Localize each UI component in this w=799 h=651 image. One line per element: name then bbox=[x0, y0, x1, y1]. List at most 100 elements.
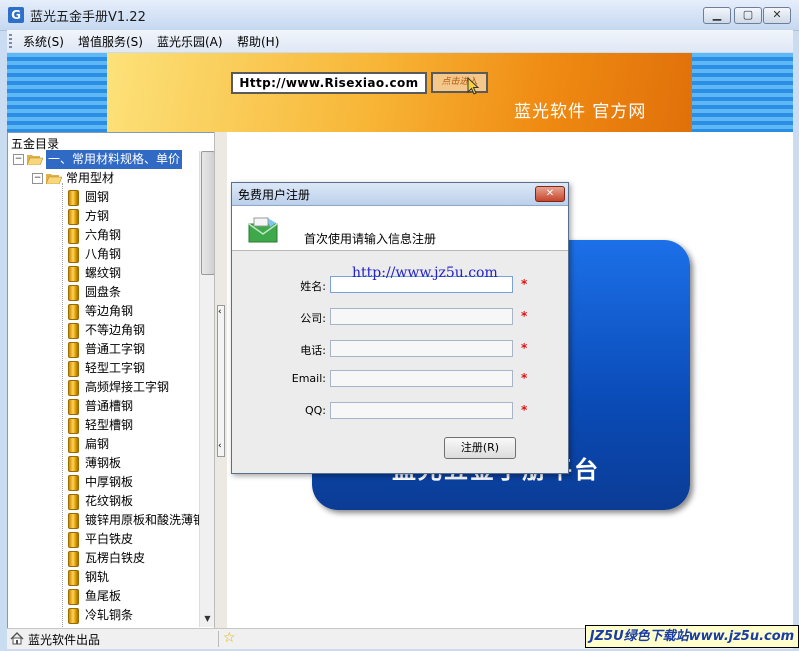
collapse-icon[interactable]: − bbox=[13, 154, 24, 165]
register-icon bbox=[248, 217, 278, 243]
company-input[interactable] bbox=[330, 308, 513, 325]
minimize-button[interactable]: ▁ bbox=[703, 7, 731, 24]
email-label: Email: bbox=[291, 372, 326, 385]
tree-item-label: 八角钢 bbox=[85, 247, 122, 261]
open-folder-icon bbox=[46, 174, 62, 184]
tree-item-label: 圆钢 bbox=[85, 190, 110, 204]
item-icon bbox=[68, 342, 79, 358]
tree-item-label: 扁钢 bbox=[85, 437, 110, 451]
item-icon bbox=[68, 361, 79, 377]
item-icon bbox=[68, 266, 79, 282]
qq-input[interactable] bbox=[330, 402, 513, 419]
tree-group-label: 常用型材 bbox=[66, 171, 115, 185]
tree-top-item[interactable]: − 一、常用材料规格、单价 bbox=[8, 150, 208, 169]
register-button[interactable]: 注册(R) bbox=[444, 437, 516, 459]
chevron-left-icon: ‹ bbox=[218, 307, 222, 317]
qq-label: QQ: bbox=[304, 404, 326, 417]
cursor-icon bbox=[467, 76, 480, 95]
item-icon bbox=[68, 475, 79, 491]
tree-item-label: 方钢 bbox=[85, 209, 110, 223]
close-button[interactable]: ✕ bbox=[763, 7, 791, 24]
item-icon bbox=[68, 418, 79, 434]
tree-item-label: 螺纹钢 bbox=[85, 266, 122, 280]
company-label: 公司: bbox=[300, 312, 326, 325]
item-icon bbox=[68, 304, 79, 320]
tree-item-label: 中厚钢板 bbox=[85, 475, 134, 489]
required-mark: * bbox=[521, 309, 528, 323]
menu-value-added[interactable]: 增值服务(S) bbox=[78, 33, 143, 50]
item-icon bbox=[68, 285, 79, 301]
item-icon bbox=[68, 456, 79, 472]
tree-guide-line bbox=[62, 183, 63, 627]
menu-bar: 系统(S) 增值服务(S) 蓝光乐园(A) 帮助(H) bbox=[7, 30, 793, 52]
dialog-intro: 首次使用请输入信息注册 bbox=[304, 232, 437, 246]
item-icon bbox=[68, 190, 79, 206]
panel-splitter[interactable]: ‹ ‹ bbox=[214, 132, 228, 628]
maximize-button[interactable]: ▢ bbox=[734, 7, 762, 24]
item-icon bbox=[68, 532, 79, 548]
star-icon[interactable]: ☆ bbox=[223, 630, 236, 646]
tree-group-item[interactable]: − 常用型材 bbox=[8, 169, 208, 188]
status-text: 蓝光软件出品 bbox=[28, 633, 101, 647]
item-icon bbox=[68, 570, 79, 586]
item-icon bbox=[68, 608, 79, 624]
menu-system[interactable]: 系统(S) bbox=[23, 33, 64, 50]
tree-item-label: 圆盘条 bbox=[85, 285, 122, 299]
tree-item-label: 钢轨 bbox=[85, 570, 110, 584]
dialog-title: 免费用户注册 bbox=[238, 188, 311, 202]
app-window: G 蓝光五金手册V1.22 ▁ ▢ ✕ 系统(S) 增值服务(S) 蓝光乐园(A… bbox=[0, 0, 799, 651]
status-divider bbox=[218, 631, 219, 647]
required-mark: * bbox=[521, 403, 528, 417]
phone-input[interactable] bbox=[330, 340, 513, 357]
tree-item-label: 瓦楞白铁皮 bbox=[85, 551, 146, 565]
item-icon bbox=[68, 589, 79, 605]
collapse-panel-button[interactable]: ‹ ‹ bbox=[217, 305, 225, 457]
app-icon: G bbox=[8, 7, 24, 23]
scroll-thumb[interactable] bbox=[201, 151, 215, 275]
collapse-icon[interactable]: − bbox=[32, 173, 43, 184]
tree-item-label: 等边角钢 bbox=[85, 304, 134, 318]
item-icon bbox=[68, 380, 79, 396]
menu-grip bbox=[9, 34, 12, 48]
name-label: 姓名: bbox=[300, 280, 326, 293]
required-mark: * bbox=[521, 341, 528, 355]
tree-item-label: 轻型工字钢 bbox=[85, 361, 146, 375]
item-icon bbox=[68, 209, 79, 225]
item-icon bbox=[68, 323, 79, 339]
home-icon bbox=[10, 632, 24, 645]
required-mark: * bbox=[521, 277, 528, 291]
banner-slogan: 蓝光软件 官方网 bbox=[514, 102, 647, 122]
email-input[interactable] bbox=[330, 370, 513, 387]
menu-help[interactable]: 帮助(H) bbox=[237, 33, 279, 50]
tree-item-label: 六角钢 bbox=[85, 228, 122, 242]
tree-item-label: 不等边角钢 bbox=[85, 323, 146, 337]
dialog-close-button[interactable]: ✕ bbox=[535, 186, 565, 202]
phone-label: 电话: bbox=[300, 344, 326, 357]
item-icon bbox=[68, 494, 79, 510]
dialog-title-bar[interactable]: 免费用户注册 ✕ bbox=[232, 183, 568, 206]
menu-paradise[interactable]: 蓝光乐园(A) bbox=[157, 33, 223, 50]
tree-scrollbar[interactable]: ▲ ▼ bbox=[199, 151, 215, 627]
chevron-left-icon: ‹ bbox=[218, 441, 222, 451]
dialog-header: 首次使用请输入信息注册 bbox=[232, 206, 568, 251]
tree-item-label: 镀锌用原板和酸洗薄钢 bbox=[85, 513, 206, 527]
item-icon bbox=[68, 399, 79, 415]
watermark-url: http://www.jz5u.com bbox=[352, 265, 498, 281]
catalog-tree[interactable]: 五金目录 − 一、常用材料规格、单价 − 常用型材 圆钢 方钢 六角钢 八角钢 … bbox=[7, 132, 216, 630]
tree-item-label: 花纹钢板 bbox=[85, 494, 134, 508]
tree-item-label: 高频焊接工字钢 bbox=[85, 380, 170, 394]
banner-url[interactable]: Http://www.Risexiao.com bbox=[231, 72, 427, 94]
title-bar[interactable]: G 蓝光五金手册V1.22 ▁ ▢ ✕ bbox=[0, 0, 799, 31]
tree-item-label: 薄钢板 bbox=[85, 456, 122, 470]
required-mark: * bbox=[521, 371, 528, 385]
tree-item-label: 轻型槽钢 bbox=[85, 418, 134, 432]
tree-item-label: 普通工字钢 bbox=[85, 342, 146, 356]
item-icon bbox=[68, 551, 79, 567]
window-title: 蓝光五金手册V1.22 bbox=[30, 10, 146, 25]
item-icon bbox=[68, 247, 79, 263]
tree-top-label: 一、常用材料规格、单价 bbox=[46, 150, 183, 169]
open-folder-icon bbox=[27, 155, 43, 165]
tree-item-label: 平白铁皮 bbox=[85, 532, 134, 546]
tree-item-label: 冷轧铜条 bbox=[85, 608, 134, 622]
scroll-down-arrow-icon[interactable]: ▼ bbox=[200, 611, 215, 626]
